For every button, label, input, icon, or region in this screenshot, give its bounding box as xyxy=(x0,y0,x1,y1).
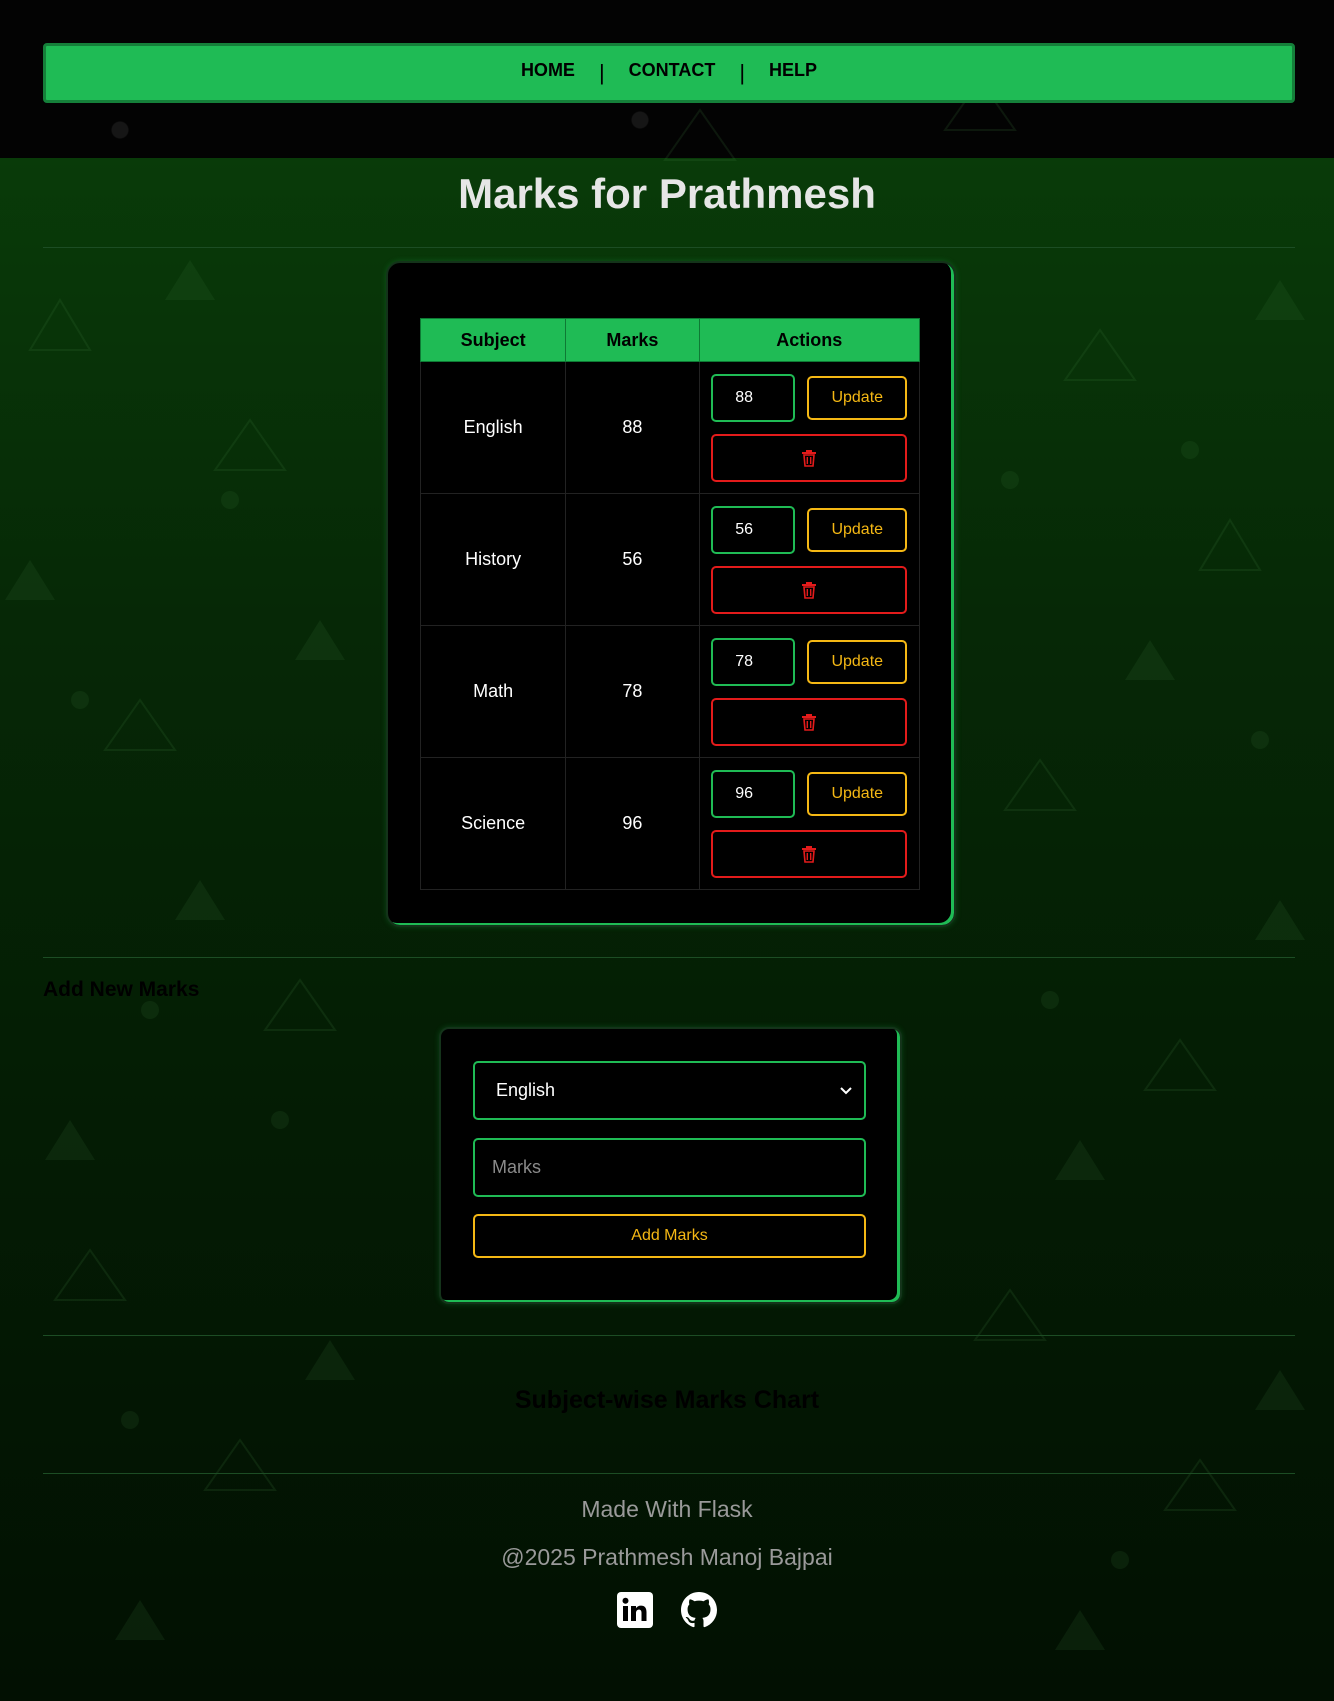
actions-cell: Update xyxy=(698,625,920,758)
column-header-actions: Actions xyxy=(698,318,920,362)
marks-card: Subject Marks Actions English 88 Update xyxy=(386,261,956,927)
subject-select-value: English xyxy=(496,1080,556,1100)
divider xyxy=(43,247,1295,248)
table-row: Math 78 Update xyxy=(419,625,920,758)
update-button[interactable]: Update xyxy=(807,375,908,420)
column-header-subject: Subject xyxy=(419,318,567,362)
actions-cell: Update xyxy=(698,757,920,890)
marks-cell: 96 xyxy=(565,757,700,890)
edit-marks-input[interactable] xyxy=(711,505,796,554)
subject-cell: English xyxy=(419,361,567,494)
edit-marks-input[interactable] xyxy=(711,637,796,686)
marks-cell: 88 xyxy=(565,361,700,494)
nav-separator: | xyxy=(739,60,746,85)
github-link[interactable] xyxy=(681,1592,717,1628)
update-button[interactable]: Update xyxy=(807,771,908,816)
nav-help-link[interactable]: HELP xyxy=(763,60,823,81)
nav-home-link[interactable]: HOME xyxy=(515,60,581,81)
page-title: Marks for Prathmesh xyxy=(458,170,876,217)
edit-marks-input[interactable] xyxy=(711,769,796,818)
top-navbar: HOME | CONTACT | HELP xyxy=(43,43,1295,103)
chart-heading: Subject-wise Marks Chart xyxy=(514,1386,820,1414)
actions-cell: Update xyxy=(698,493,920,626)
divider xyxy=(43,1335,1295,1336)
table-row: Science 96 Update xyxy=(419,757,920,890)
divider xyxy=(43,957,1295,958)
marks-table: Subject Marks Actions English 88 Update xyxy=(419,318,920,890)
table-header-row: Subject Marks Actions xyxy=(419,318,920,362)
nav-contact-link[interactable]: CONTACT xyxy=(623,60,722,81)
linkedin-icon xyxy=(617,1592,653,1628)
delete-button[interactable] xyxy=(711,697,908,746)
subject-cell: Math xyxy=(419,625,567,758)
footer-made-with: Made With Flask xyxy=(581,1496,753,1522)
add-marks-card: English Add Marks xyxy=(439,1027,902,1304)
delete-button[interactable] xyxy=(711,433,908,482)
trash-icon xyxy=(802,713,817,731)
table-row: English 88 Update xyxy=(419,361,920,494)
marks-input[interactable] xyxy=(473,1138,866,1197)
chevron-down-icon xyxy=(840,1086,852,1094)
divider xyxy=(43,1473,1295,1474)
delete-button[interactable] xyxy=(711,829,908,878)
trash-icon xyxy=(802,845,817,863)
column-header-marks: Marks xyxy=(565,318,700,362)
update-button[interactable]: Update xyxy=(807,507,908,552)
footer-copyright: @2025 Prathmesh Manoj Bajpai xyxy=(501,1544,833,1570)
subject-cell: Science xyxy=(419,757,567,890)
marks-cell: 56 xyxy=(565,493,700,626)
trash-icon xyxy=(802,581,817,599)
linkedin-link[interactable] xyxy=(617,1592,653,1628)
delete-button[interactable] xyxy=(711,565,908,614)
subject-cell: History xyxy=(419,493,567,626)
social-links xyxy=(0,1592,1334,1628)
nav-separator: | xyxy=(598,60,605,85)
table-row: History 56 Update xyxy=(419,493,920,626)
subject-select[interactable]: English xyxy=(473,1061,866,1120)
add-marks-heading: Add New Marks xyxy=(43,978,200,1001)
add-marks-button[interactable]: Add Marks xyxy=(473,1214,866,1258)
actions-cell: Update xyxy=(698,361,920,494)
edit-marks-input[interactable] xyxy=(711,373,796,422)
update-button[interactable]: Update xyxy=(807,639,908,684)
trash-icon xyxy=(802,449,817,467)
github-icon xyxy=(681,1592,717,1628)
marks-cell: 78 xyxy=(565,625,700,758)
